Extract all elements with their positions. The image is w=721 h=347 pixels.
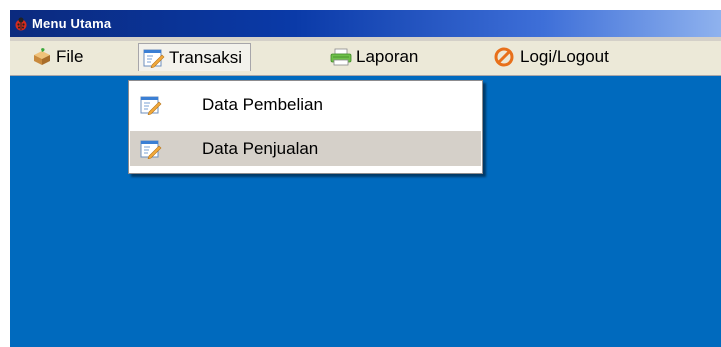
no-entry-icon <box>494 47 514 67</box>
menu-logi-logout-label: Logi/Logout <box>520 47 609 66</box>
menu-item-data-pembelian[interactable]: Data Pembelian <box>130 87 481 122</box>
edit-document-icon <box>140 96 162 115</box>
title-bar[interactable]: Menu Utama <box>10 10 721 37</box>
menu-item-data-penjualan[interactable]: Data Penjualan <box>130 131 481 166</box>
menu-logi-logout[interactable]: Logi/Logout <box>494 43 609 71</box>
app-window: Menu Utama File Transaksi Laporan Logi/L… <box>10 10 721 347</box>
menu-file-label: File <box>56 47 84 66</box>
package-icon <box>34 48 50 65</box>
window-title: Menu Utama <box>32 16 112 31</box>
ladybug-app-icon <box>15 17 27 30</box>
printer-icon <box>330 48 352 66</box>
menu-bar: File Transaksi Laporan Logi/Logout <box>10 41 721 76</box>
menu-laporan[interactable]: Laporan <box>330 43 418 71</box>
menu-transaksi-label: Transaksi <box>169 47 243 67</box>
menu-transaksi[interactable]: Transaksi <box>138 43 252 71</box>
transaksi-dropdown-menu: Data Pembelian Data Penjualan <box>128 80 483 174</box>
menu-item-data-pembelian-label: Data Pembelian <box>202 94 323 114</box>
menu-file[interactable]: File <box>32 43 83 71</box>
edit-document-icon <box>140 140 162 159</box>
edit-document-icon <box>143 49 165 68</box>
menu-laporan-label: Laporan <box>356 47 419 66</box>
menu-item-data-penjualan-label: Data Penjualan <box>202 138 319 158</box>
